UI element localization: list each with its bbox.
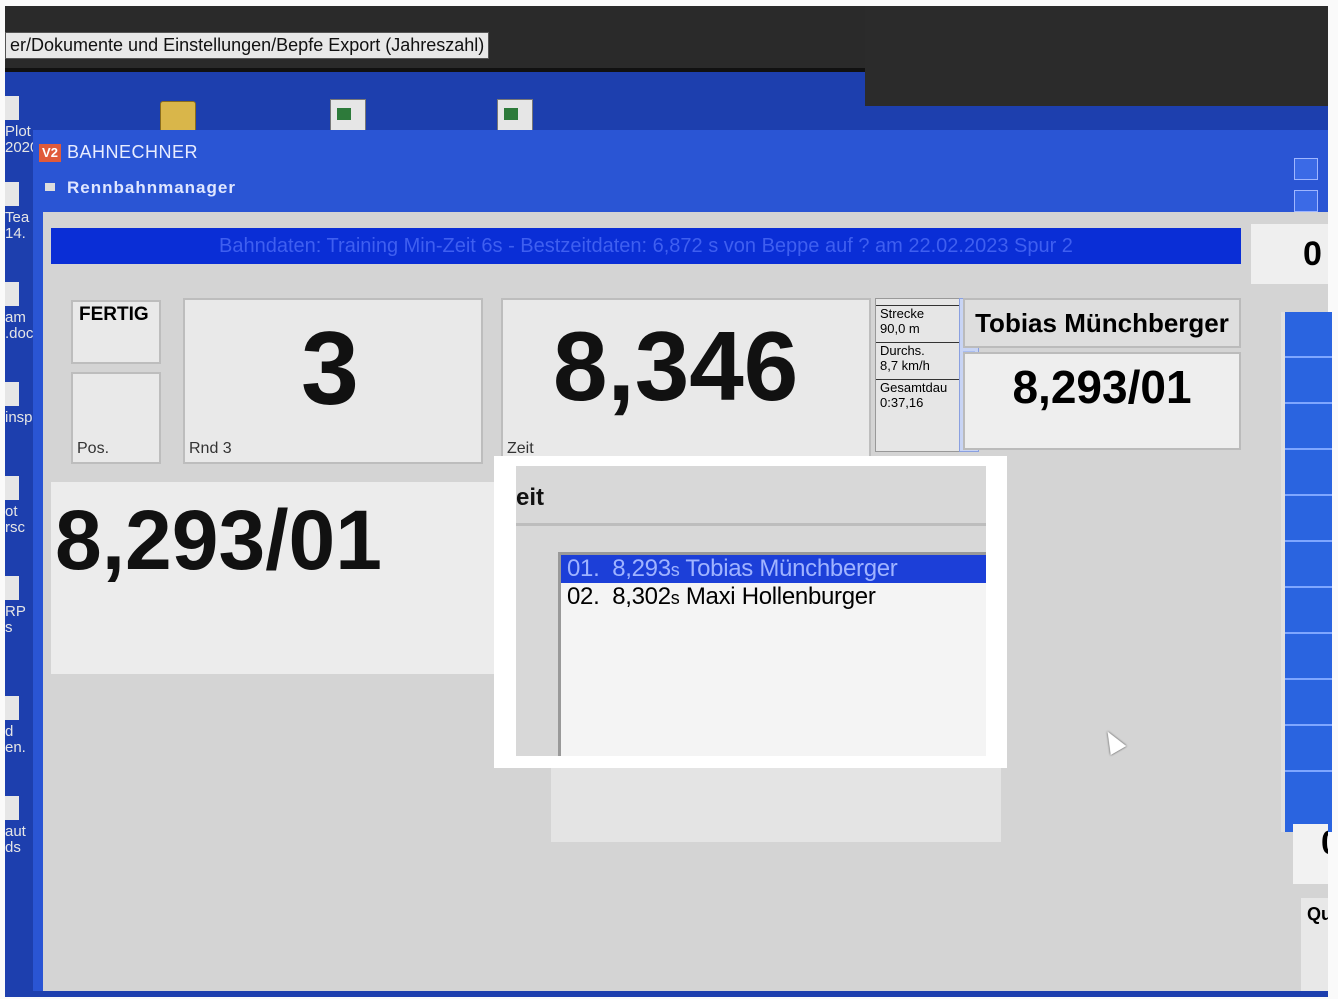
desktop-label: ds: [5, 839, 21, 856]
dark-panel: [865, 6, 1328, 106]
lap-time: 8,293: [612, 555, 671, 582]
time-panel: 8,346 Zeit: [501, 298, 871, 464]
round-label: Rnd 3: [189, 440, 232, 457]
mdi-title: Rennbahnmanager: [67, 178, 236, 197]
desktop-label: s: [5, 619, 13, 636]
round-panel: 3 Rnd 3: [183, 298, 483, 464]
track-info-banner: Bahndaten: Training Min-Zeit 6s - Bestze…: [51, 228, 1241, 264]
desktop-label: 2020: [5, 139, 39, 156]
stat-label: Gesamtdau: [880, 380, 948, 395]
desktop-label: 14.: [5, 225, 26, 242]
stat-label: Durchs.: [880, 343, 925, 358]
mdi-titlebar[interactable]: Rennbahnmanager: [33, 174, 1328, 212]
top-right-counter: 0: [1251, 224, 1328, 284]
desktop-label: rsc: [5, 519, 25, 536]
stat-average: Durchs. 8,7 km/h: [876, 342, 960, 373]
driver-best-time: 8,293/01: [963, 352, 1241, 450]
ranking-list[interactable]: 01. 8,293s Tobias Münchberger 02. 8,302s…: [558, 552, 986, 756]
desktop-icon-column: Plot 2020 Tea 14. am .doc insp ot rsc RP…: [5, 96, 39, 856]
minimize-button[interactable]: [1294, 190, 1318, 212]
desktop-label: RP: [5, 603, 26, 620]
rank: 01.: [567, 555, 600, 582]
status-box: FERTIG: [71, 300, 161, 364]
lap-time: 8,302: [612, 583, 671, 610]
desktop-label: Tea: [5, 209, 30, 226]
right-label: Qu: [1301, 898, 1328, 991]
desktop-label: Plot: [5, 123, 31, 140]
desktop-label: en.: [5, 739, 26, 756]
ranking-panel: eit 01. 8,293s Tobias Münchberger 02. 8,…: [516, 466, 986, 756]
position-label: Pos.: [77, 440, 110, 457]
file-icon[interactable]: [5, 796, 19, 820]
desktop-label: am: [5, 309, 26, 326]
ranking-header: eit: [516, 484, 545, 511]
stat-distance: Strecke 90,0 m: [876, 305, 960, 336]
time-unit: s: [670, 588, 680, 608]
folder-icon: [45, 183, 55, 191]
desktop-label: ot: [5, 503, 18, 520]
file-icon[interactable]: [5, 96, 19, 120]
driver-name: Tobias Münchberger: [685, 555, 898, 582]
file-icon[interactable]: [5, 282, 19, 306]
list-item[interactable]: 01. 8,293s Tobias Münchberger: [561, 555, 986, 583]
best-time-large: 8,293/01: [55, 493, 382, 587]
stat-value: 8,7 km/h: [880, 358, 930, 373]
path-label: er/Dokumente und Einstellungen/Bepfe Exp…: [5, 32, 490, 59]
desktop-label: aut: [5, 823, 26, 840]
desktop-label: d: [5, 723, 14, 740]
window-title: BAHNECHNER: [67, 142, 199, 162]
round-value: 3: [301, 311, 359, 427]
file-icon[interactable]: [5, 696, 19, 720]
file-icon[interactable]: [5, 382, 19, 406]
file-icon[interactable]: [5, 576, 19, 600]
driver-name: Tobias Münchberger: [963, 298, 1241, 348]
desktop-label: .doc: [5, 325, 34, 342]
ranking-zoom-inset: eit 01. 8,293s Tobias Münchberger 02. 8,…: [494, 456, 1007, 768]
lap-time-value: 8,346: [553, 311, 799, 421]
divider: [516, 523, 986, 526]
file-icon[interactable]: [5, 476, 19, 500]
window-titlebar[interactable]: V2 BAHNECHNER: [33, 140, 1328, 180]
right-counter: 0: [1293, 824, 1328, 884]
app-logo-icon: V2: [39, 144, 61, 162]
stat-total: Gesamtdau 0:37,16: [876, 379, 960, 410]
stats-listbox[interactable]: Strecke 90,0 m Durchs. 8,7 km/h Gesamtda…: [875, 298, 961, 452]
rank: 02.: [567, 583, 600, 610]
time-unit: s: [670, 560, 680, 580]
stat-value: 90,0 m: [880, 321, 920, 336]
best-time-panel: 8,293/01: [51, 482, 521, 674]
stat-value: 0:37,16: [880, 395, 924, 410]
desktop-label: insp: [5, 409, 33, 426]
position-box: Pos.: [71, 372, 161, 464]
file-icon[interactable]: [5, 182, 19, 206]
stat-label: Strecke: [880, 306, 925, 321]
list-item[interactable]: 02. 8,302s Maxi Hollenburger: [561, 583, 986, 611]
right-lane-strip: [1281, 312, 1332, 832]
status-text: FERTIG: [79, 304, 149, 325]
driver-name: Maxi Hollenburger: [685, 583, 876, 610]
path-bar: er/Dokumente und Einstellungen/Bepfe Exp…: [5, 6, 865, 72]
